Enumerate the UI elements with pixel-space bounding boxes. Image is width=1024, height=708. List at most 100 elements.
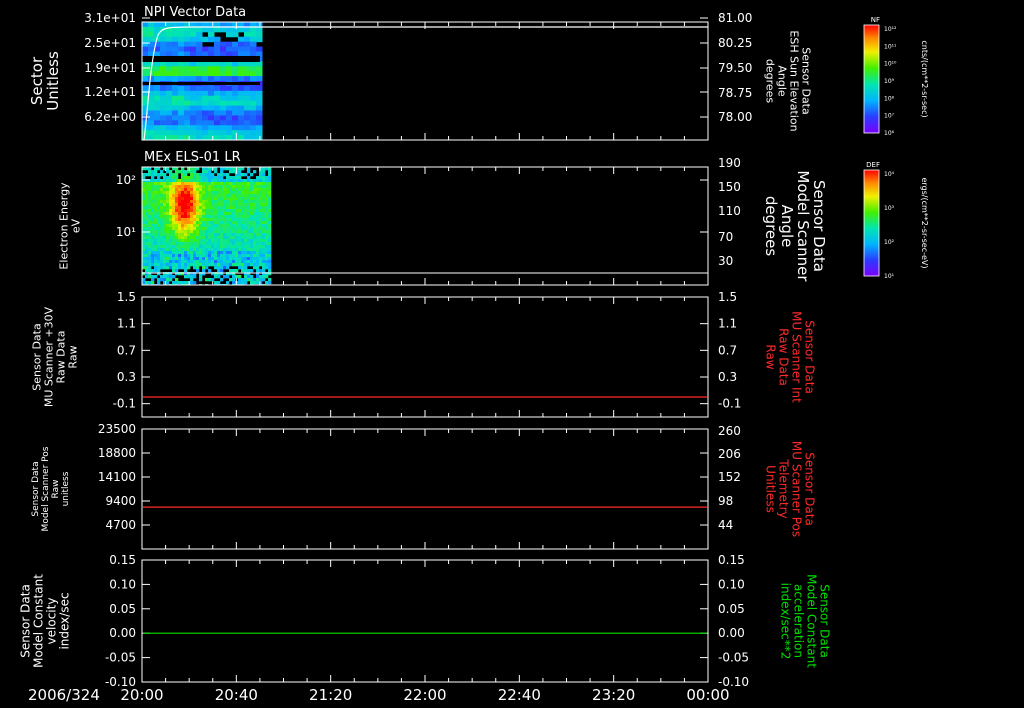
spectro-cell bbox=[247, 260, 251, 264]
spectro-cell bbox=[145, 212, 149, 216]
heat-cell bbox=[250, 36, 257, 43]
spectro-cell bbox=[232, 248, 236, 252]
heat-cell bbox=[172, 105, 179, 111]
spectro-cell bbox=[184, 218, 188, 222]
spectro-cell bbox=[238, 200, 242, 204]
spectro-cell bbox=[154, 245, 158, 249]
spectro-cell bbox=[217, 176, 221, 180]
spectro-cell bbox=[235, 227, 239, 231]
spectro-cell bbox=[154, 197, 158, 201]
spectro-cell bbox=[175, 215, 179, 219]
spectro-cell bbox=[145, 221, 149, 225]
spectro-cell bbox=[154, 275, 158, 279]
spectro-cell bbox=[211, 197, 215, 201]
spectro-cell bbox=[187, 251, 191, 255]
spectro-cell bbox=[259, 191, 263, 195]
spectro-cell bbox=[262, 191, 266, 195]
spectro-cell bbox=[151, 173, 155, 177]
spectro-cell bbox=[256, 266, 260, 270]
spectro-cell bbox=[214, 239, 218, 243]
spectro-cell bbox=[178, 272, 182, 276]
spectro-cell bbox=[220, 248, 224, 252]
spectro-cell bbox=[229, 260, 233, 264]
spectro-cell bbox=[214, 254, 218, 258]
right-tick-label: 79.50 bbox=[718, 61, 752, 75]
spectro-cell bbox=[190, 179, 194, 183]
spectro-cell bbox=[160, 230, 164, 234]
spectro-cell bbox=[262, 218, 266, 222]
spectro-cell bbox=[262, 248, 266, 252]
spectro-cell bbox=[232, 239, 236, 243]
spectro-cell bbox=[238, 233, 242, 237]
spectro-cell bbox=[250, 263, 254, 267]
heat-cell bbox=[256, 71, 263, 77]
colorbar-tick-label: 10¹¹ bbox=[884, 43, 897, 50]
heat-cell bbox=[178, 95, 185, 102]
spectro-cell bbox=[250, 239, 254, 243]
spectro-cell bbox=[220, 227, 224, 231]
spectro-cell bbox=[238, 236, 242, 240]
spectro-cell bbox=[181, 200, 185, 204]
spectro-cell bbox=[235, 248, 239, 252]
spectro-cell bbox=[256, 227, 260, 231]
spectro-cell bbox=[214, 215, 218, 219]
spectro-cell bbox=[163, 200, 167, 204]
spectro-cell bbox=[163, 176, 167, 180]
heat-cell bbox=[244, 26, 251, 33]
spectro-cell bbox=[229, 269, 233, 273]
spectro-cell bbox=[247, 257, 251, 261]
spectro-cell bbox=[166, 239, 170, 243]
spectro-cell bbox=[199, 275, 203, 279]
spectro-cell bbox=[262, 224, 266, 228]
spectro-cell bbox=[235, 245, 239, 249]
spectro-cell bbox=[214, 200, 218, 204]
spectro-cell bbox=[193, 266, 197, 270]
spectro-cell bbox=[235, 200, 239, 204]
spectro-cell bbox=[175, 173, 179, 177]
spectro-cell bbox=[217, 239, 221, 243]
spectro-cell bbox=[214, 194, 218, 198]
spectro-cell bbox=[220, 215, 224, 219]
spectro-cell bbox=[196, 218, 200, 222]
spectro-cell bbox=[184, 239, 188, 243]
heat-cell bbox=[148, 115, 155, 121]
spectro-cell bbox=[184, 269, 188, 273]
spectro-cell bbox=[232, 224, 236, 228]
spectro-cell bbox=[268, 173, 272, 177]
spectro-cell bbox=[211, 251, 215, 255]
spectro-cell bbox=[229, 191, 233, 195]
spectro-cell bbox=[214, 197, 218, 201]
spectro-cell bbox=[208, 188, 212, 192]
y-tick-label: 1.5 bbox=[117, 290, 136, 304]
spectro-cell bbox=[229, 176, 233, 180]
spectro-cell bbox=[241, 227, 245, 231]
spectro-cell bbox=[163, 275, 167, 279]
spectro-cell bbox=[235, 218, 239, 222]
spectro-cell bbox=[163, 206, 167, 210]
spectro-cell bbox=[214, 176, 218, 180]
spectro-cell bbox=[145, 206, 149, 210]
spectro-cell bbox=[214, 284, 218, 285]
heat-cell bbox=[178, 130, 185, 136]
heat-cell bbox=[184, 71, 191, 77]
spectro-cell bbox=[247, 203, 251, 207]
spectro-cell bbox=[199, 263, 203, 267]
spectro-cell bbox=[220, 284, 224, 285]
spectro-cell bbox=[247, 227, 251, 231]
spectro-cell bbox=[241, 191, 245, 195]
npi-heatmap bbox=[142, 22, 263, 140]
spectro-cell bbox=[163, 218, 167, 222]
spectro-cell bbox=[187, 242, 191, 246]
spectro-cell bbox=[229, 230, 233, 234]
heat-cell bbox=[148, 110, 155, 116]
spectro-cell bbox=[214, 281, 218, 285]
heat-cell bbox=[226, 130, 233, 136]
heat-cell bbox=[244, 110, 251, 116]
heat-cell bbox=[220, 105, 227, 111]
spectro-cell bbox=[244, 275, 248, 279]
spectro-cell bbox=[253, 242, 257, 246]
spectro-cell bbox=[199, 191, 203, 195]
spectro-cell bbox=[265, 203, 269, 207]
spectro-cell bbox=[226, 197, 230, 201]
spectro-cell bbox=[253, 218, 257, 222]
